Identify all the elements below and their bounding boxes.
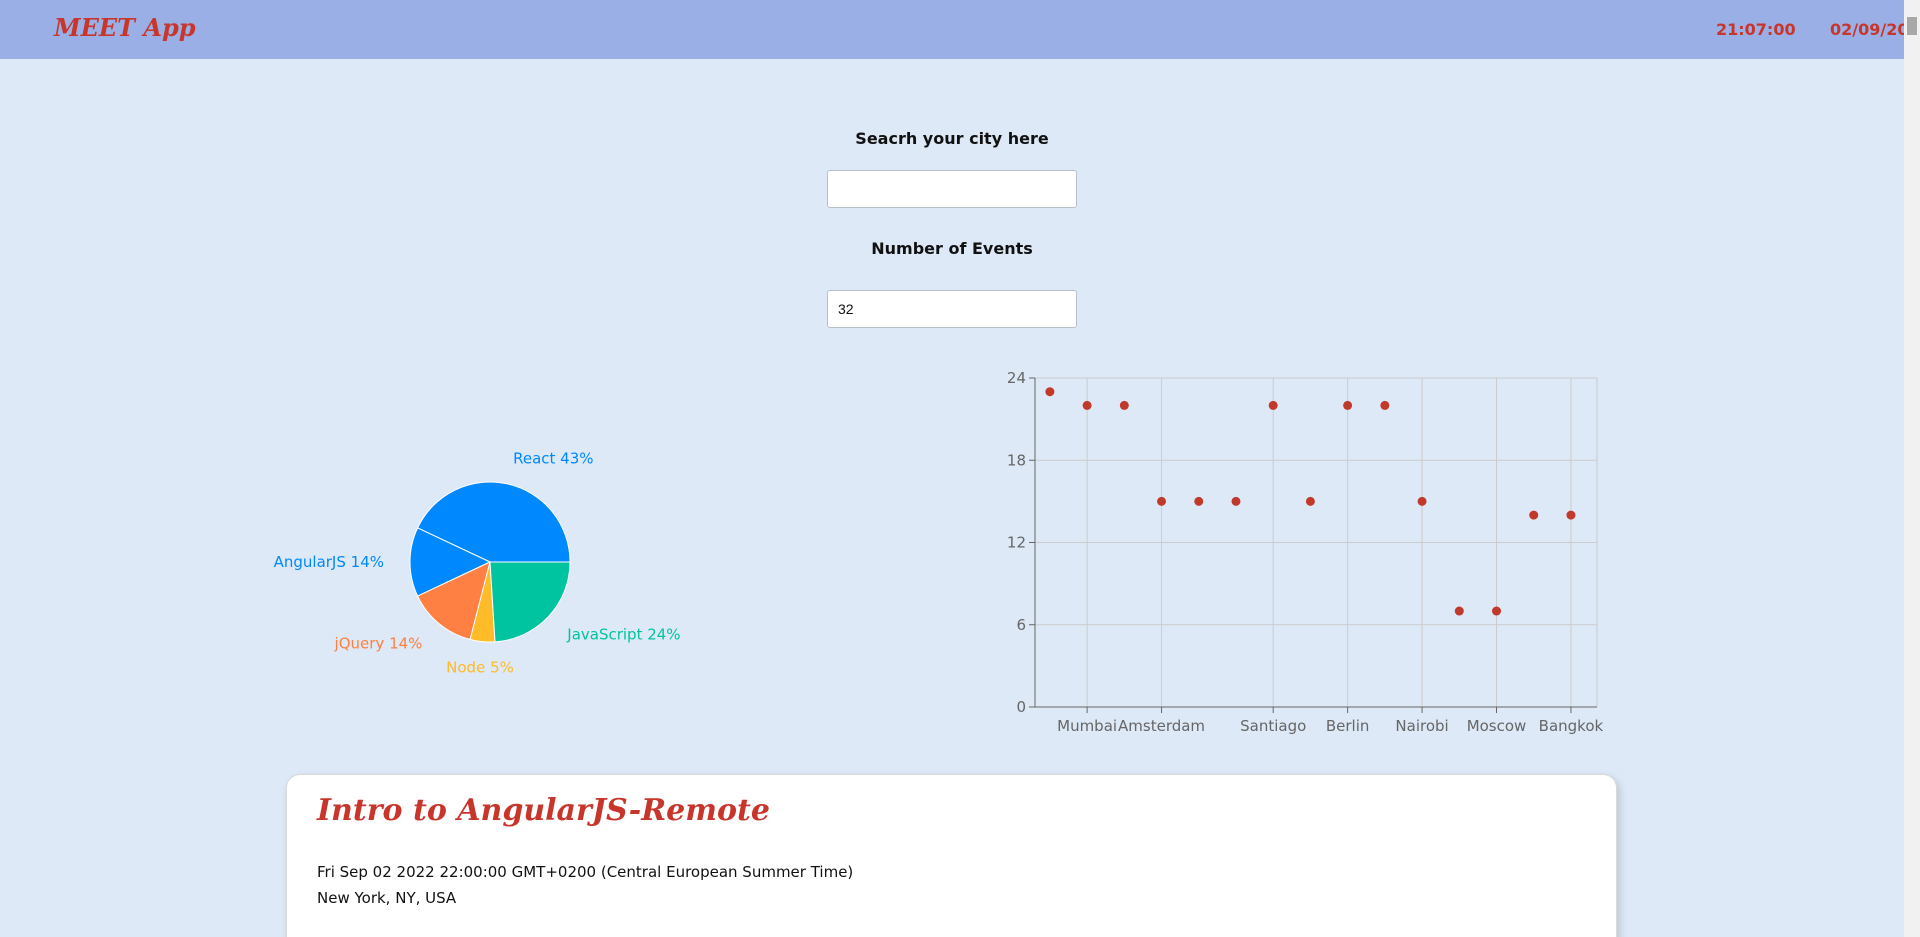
x-tick-label: Bangkok <box>1539 717 1604 735</box>
x-tick-label: Santiago <box>1240 717 1306 735</box>
x-tick-label: Mumbai <box>1057 717 1117 735</box>
scatter-point[interactable] <box>1231 496 1241 506</box>
events-by-city-scatter-chart: 0 6 12 18 24 Mumbai Amsterdam Santiago Berlin Nai… <box>1007 369 1604 735</box>
scatter-point[interactable] <box>1417 496 1427 506</box>
pie-label-javascript: JavaScript 24% <box>566 626 680 644</box>
y-tick-label: 18 <box>1007 451 1026 469</box>
scatter-point[interactable] <box>1492 606 1502 616</box>
x-tick-label: Amsterdam <box>1118 717 1205 735</box>
event-date: Fri Sep 02 2022 22:00:00 GMT+0200 (Centr… <box>317 863 854 881</box>
page-scrollbar[interactable] <box>1904 0 1920 937</box>
city-search-label: Seacrh your city here <box>855 129 1049 148</box>
scatter-point[interactable] <box>1045 387 1055 397</box>
scatter-point[interactable] <box>1454 606 1464 616</box>
event-card: Intro to AngularJS-Remote Fri Sep 02 202… <box>286 774 1617 937</box>
scatter-point[interactable] <box>1082 400 1092 410</box>
event-location: New York, NY, USA <box>317 889 457 907</box>
pie-label-node: Node 5% <box>446 659 514 677</box>
x-tick-label: Moscow <box>1467 717 1527 735</box>
number-of-events-label: Number of Events <box>871 239 1033 258</box>
scatter-point[interactable] <box>1380 400 1390 410</box>
scatter-point[interactable] <box>1119 400 1129 410</box>
y-tick-label: 24 <box>1007 369 1026 387</box>
x-tick-label: Nairobi <box>1395 717 1448 735</box>
pie-slice-javascript <box>489 561 571 643</box>
scrollbar-thumb[interactable] <box>1907 17 1917 35</box>
number-of-events-input[interactable] <box>827 290 1077 328</box>
current-time: 21:07:00 <box>1716 20 1796 39</box>
navbar: MEET App 21:07:00 02/09/2022 <box>0 0 1920 59</box>
pie-label-jquery: jQuery 14% <box>334 635 423 653</box>
scatter-point[interactable] <box>1305 496 1315 506</box>
city-search-input[interactable] <box>827 170 1077 208</box>
pie-label-react: React 43% <box>513 450 593 468</box>
scatter-point[interactable] <box>1529 510 1539 520</box>
y-tick-label: 6 <box>1016 616 1026 634</box>
y-tick-label: 0 <box>1016 698 1026 716</box>
scatter-point[interactable] <box>1268 400 1278 410</box>
scatter-point[interactable] <box>1566 510 1576 520</box>
scatter-point[interactable] <box>1343 400 1353 410</box>
app-logo[interactable]: MEET App <box>54 13 196 42</box>
topics-pie-chart: React 43% AngularJS 14% jQuery 14% Node 5% J… <box>274 450 681 677</box>
x-tick-label: Berlin <box>1326 717 1370 735</box>
event-title: Intro to AngularJS-Remote <box>317 793 770 828</box>
pie-label-angularjs: AngularJS 14% <box>274 553 384 571</box>
scatter-point[interactable] <box>1157 496 1167 506</box>
scatter-point[interactable] <box>1194 496 1204 506</box>
y-tick-label: 12 <box>1007 534 1026 552</box>
